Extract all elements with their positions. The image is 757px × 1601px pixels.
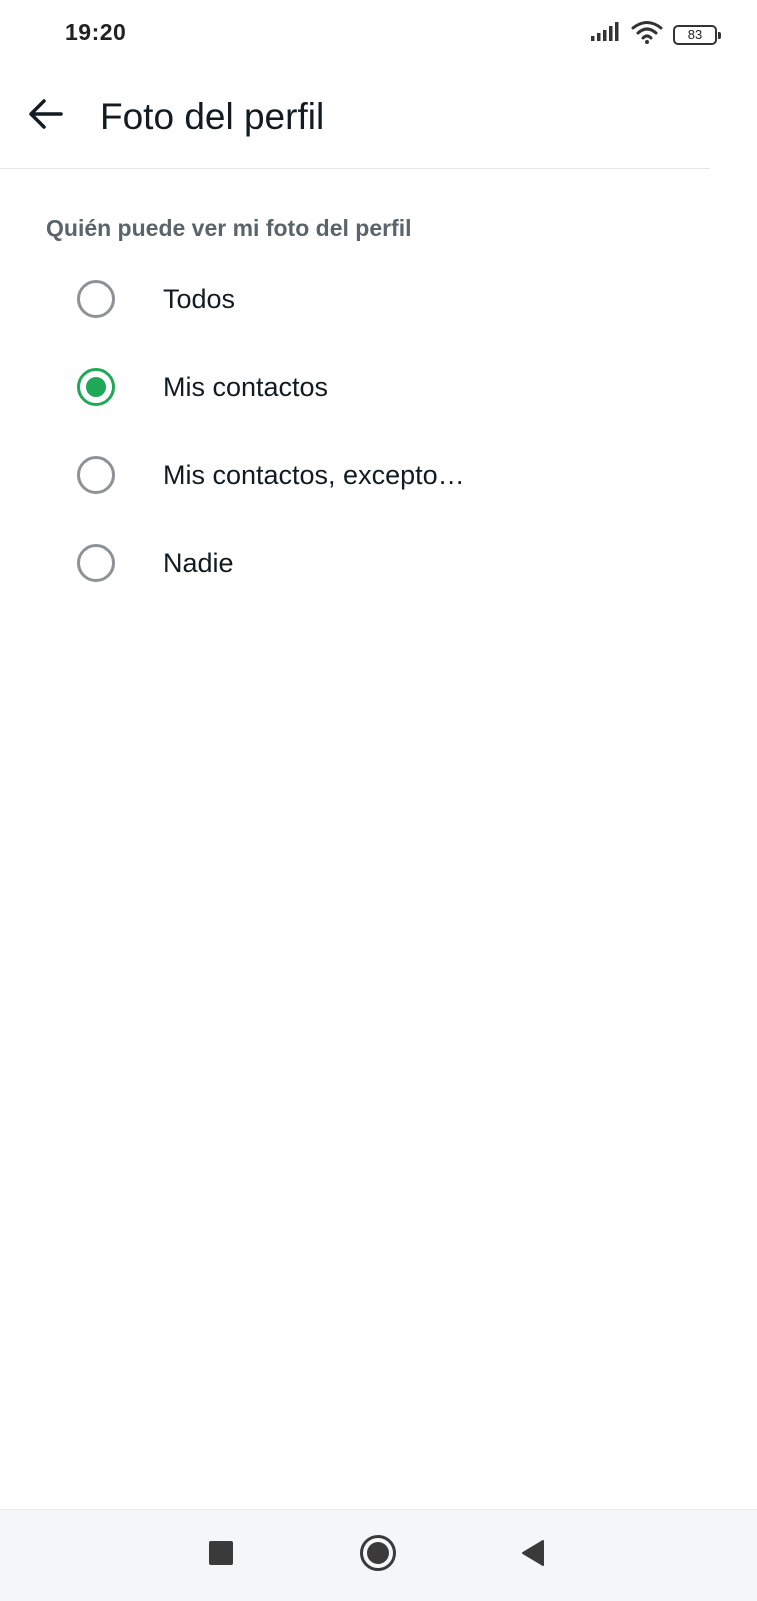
back-button[interactable] [26,96,66,136]
option-label: Mis contactos, excepto… [163,459,465,490]
status-bar: 19:20 83 [0,0,757,68]
option-label: Nadie [163,547,234,578]
option-mis-contactos-excepto[interactable]: Mis contactos, excepto… [0,431,757,519]
back-triangle-icon [520,1539,546,1572]
radio-button[interactable] [77,456,115,494]
status-icons: 83 [591,20,721,49]
radio-button[interactable] [77,544,115,582]
radio-button-selected[interactable] [77,368,115,406]
home-button[interactable] [355,1532,401,1578]
page-title: Foto del perfil [100,96,325,137]
option-label: Todos [163,283,236,314]
option-todos[interactable]: Todos [0,255,757,343]
option-mis-contactos[interactable]: Mis contactos [0,343,757,431]
battery-level: 83 [687,27,703,42]
recents-button[interactable] [198,1532,244,1578]
arrow-left-icon [28,98,64,135]
wifi-icon [631,20,663,49]
radio-button[interactable] [77,280,115,318]
recents-square-icon [208,1540,234,1571]
visibility-options: Todos Mis contactos Mis contactos, excep… [0,255,757,607]
status-time: 19:20 [65,19,127,45]
system-navigation-bar [0,1509,757,1601]
option-label: Mis contactos [163,371,329,402]
app-bar: Foto del perfil [0,68,710,169]
nav-back-button[interactable] [510,1532,556,1578]
section-header: Quién puede ver mi foto del perfil [46,215,412,241]
home-circle-icon [359,1534,397,1577]
signal-icon [591,22,621,47]
option-nadie[interactable]: Nadie [0,519,757,607]
battery-icon: 83 [673,24,721,45]
